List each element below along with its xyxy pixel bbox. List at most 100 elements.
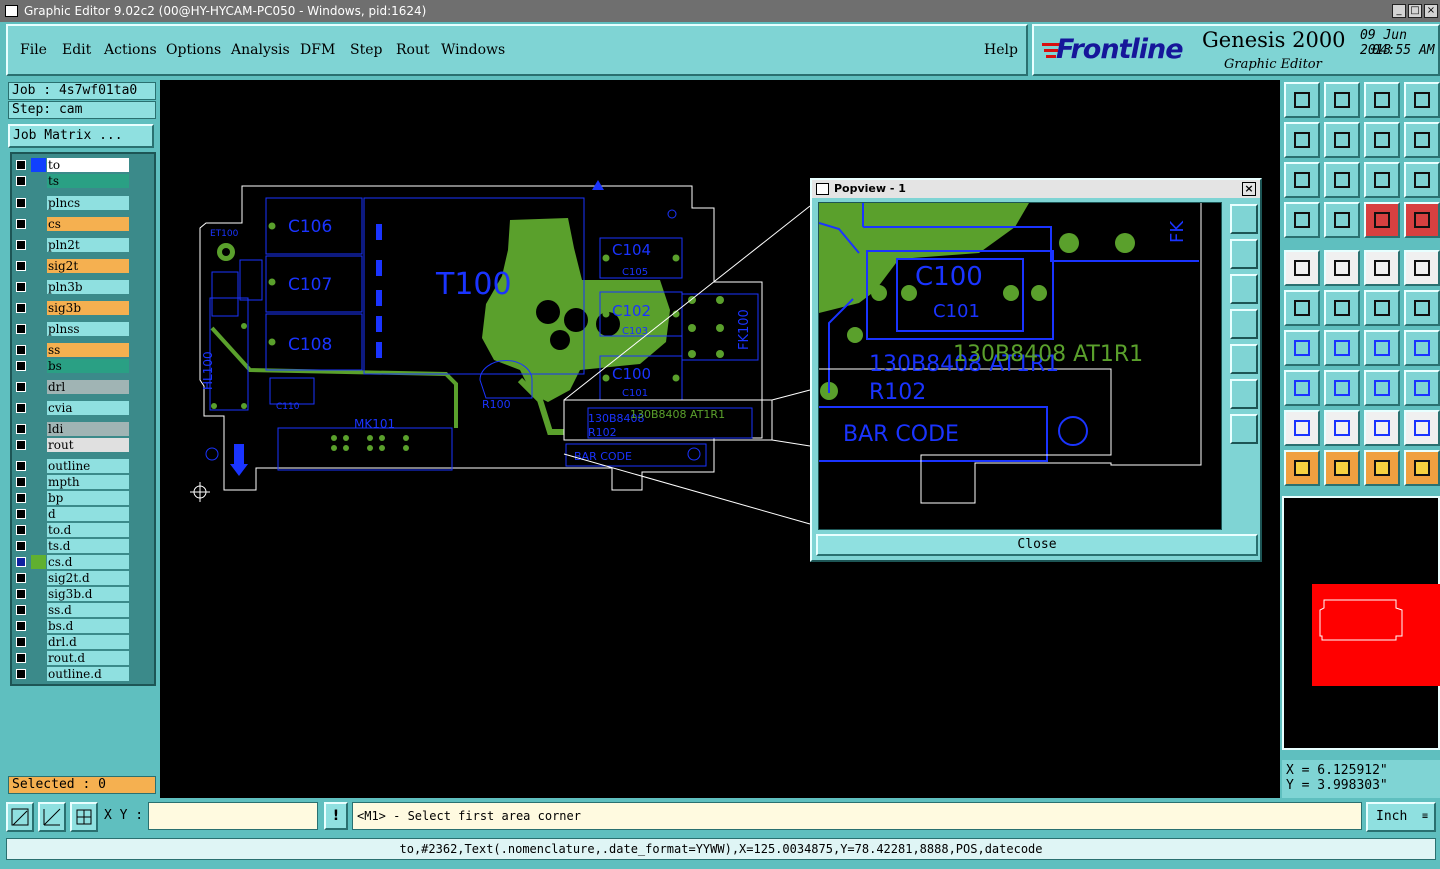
layer-row[interactable]: sig3b <box>14 301 130 315</box>
route-icon[interactable] <box>1404 122 1440 158</box>
layer-row[interactable]: drl.d <box>14 635 130 649</box>
layer-row[interactable]: ss.d <box>14 603 130 617</box>
graph-icon[interactable] <box>1404 450 1440 486</box>
resize-icon[interactable] <box>1364 370 1400 406</box>
layer-checkbox[interactable] <box>16 477 26 487</box>
layer-row[interactable]: pln3b <box>14 280 130 294</box>
snap-icon[interactable] <box>6 802 34 832</box>
vector-icon[interactable] <box>1364 290 1400 326</box>
home-icon[interactable] <box>1364 82 1400 118</box>
layer-checkbox[interactable] <box>16 424 26 434</box>
layer-row[interactable]: to <box>14 158 130 172</box>
measure-icon[interactable] <box>38 802 66 832</box>
layer-row[interactable]: drl <box>14 380 130 394</box>
popview-tool-zoom-out[interactable] <box>1230 414 1258 444</box>
layer-row[interactable]: ss <box>14 343 130 357</box>
ratio-icon[interactable] <box>1364 162 1400 198</box>
layer-row[interactable]: sig2t.d <box>14 571 130 585</box>
menu-help[interactable]: Help <box>984 42 1018 58</box>
layer-row[interactable]: mpth <box>14 475 130 489</box>
export-icon[interactable] <box>1324 122 1360 158</box>
maximize-button[interactable]: □ <box>1408 4 1422 18</box>
layer-checkbox[interactable] <box>16 282 26 292</box>
triangle2-icon[interactable] <box>1404 410 1440 446</box>
center-icon[interactable] <box>1324 162 1360 198</box>
popview-tool-zoom-fit[interactable] <box>1230 204 1258 234</box>
layer-row[interactable]: ts.d <box>14 539 130 553</box>
popview-tool-left[interactable] <box>1230 309 1258 339</box>
layer-checkbox[interactable] <box>16 382 26 392</box>
import-icon[interactable] <box>1284 122 1320 158</box>
layer-checkbox[interactable] <box>16 198 26 208</box>
upload-icon[interactable] <box>1284 82 1320 118</box>
layer-checkbox[interactable] <box>16 176 26 186</box>
popview-tool-up[interactable] <box>1230 239 1258 269</box>
fit-icon[interactable] <box>1284 162 1320 198</box>
triangle-icon[interactable] <box>1284 410 1320 446</box>
layer-checkbox[interactable] <box>16 669 26 679</box>
layer-row[interactable]: bs <box>14 359 130 373</box>
cluster-icon[interactable] <box>1404 370 1440 406</box>
swap-icon[interactable] <box>1364 122 1400 158</box>
network-icon[interactable] <box>1284 290 1320 326</box>
window-icon[interactable] <box>1404 82 1440 118</box>
unit-select[interactable]: Inch ≡ <box>1366 802 1436 832</box>
menu-step[interactable]: Step <box>350 42 382 58</box>
layer-checkbox[interactable] <box>16 637 26 647</box>
layer-checkbox[interactable] <box>16 345 26 355</box>
layer-checkbox[interactable] <box>16 240 26 250</box>
layer-checkbox[interactable] <box>16 261 26 271</box>
grid-icon[interactable] <box>70 802 98 832</box>
layer-checkbox[interactable] <box>16 303 26 313</box>
layer-checkbox[interactable] <box>16 605 26 615</box>
layer-row[interactable]: ts <box>14 174 130 188</box>
layer-checkbox[interactable] <box>16 361 26 371</box>
layer-row[interactable]: rout.d <box>14 651 130 665</box>
feature-red2-icon[interactable] <box>1404 202 1440 238</box>
popview-tool-right[interactable] <box>1230 344 1258 374</box>
layer-row[interactable]: plnss <box>14 322 130 336</box>
layer-checkbox[interactable] <box>16 509 26 519</box>
alert-icon[interactable]: ! <box>324 802 348 830</box>
menu-analysis[interactable]: Analysis <box>231 42 290 58</box>
layer-row[interactable]: sig2t <box>14 259 130 273</box>
layer-checkbox[interactable] <box>16 493 26 503</box>
popview-tool-down[interactable] <box>1230 274 1258 304</box>
layer-row[interactable]: outline.d <box>14 667 130 681</box>
rotate-icon[interactable] <box>1364 330 1400 366</box>
select-box-icon[interactable] <box>1284 370 1320 406</box>
menu-file[interactable]: File <box>20 42 47 58</box>
layer-row[interactable]: d <box>14 507 130 521</box>
popview-tool-zoom-in[interactable] <box>1230 379 1258 409</box>
arrow-up-icon[interactable] <box>1364 410 1400 446</box>
layer-row[interactable]: ldi <box>14 422 130 436</box>
layer-checkbox[interactable] <box>16 589 26 599</box>
minimize-button[interactable]: _ <box>1392 4 1406 18</box>
layer-row[interactable]: cvia <box>14 401 130 415</box>
layer-row[interactable]: plncs <box>14 196 130 210</box>
layer-checkbox[interactable] <box>16 403 26 413</box>
layer-row[interactable]: bp <box>14 491 130 505</box>
line-icon[interactable] <box>1284 330 1320 366</box>
layer-checkbox[interactable] <box>16 621 26 631</box>
ruler-icon[interactable] <box>1364 250 1400 286</box>
slash-icon[interactable] <box>1324 330 1360 366</box>
popview-close-icon[interactable]: × <box>1242 182 1256 196</box>
layer-checkbox[interactable] <box>16 573 26 583</box>
menu-edit[interactable]: Edit <box>62 42 91 58</box>
layer-checkbox[interactable] <box>16 541 26 551</box>
peak-icon[interactable] <box>1324 410 1360 446</box>
menu-windows[interactable]: Windows <box>441 42 505 58</box>
popview-canvas[interactable]: C100 C101 130B8408 AT1R1 R102 BAR CODE F… <box>818 202 1222 530</box>
mirror-icon[interactable] <box>1404 330 1440 366</box>
xy-input[interactable] <box>148 802 318 830</box>
layer-row[interactable]: cs <box>14 217 130 231</box>
layer-checkbox[interactable] <box>16 653 26 663</box>
drill-icon[interactable] <box>1404 250 1440 286</box>
grid-tool-icon[interactable] <box>1324 202 1360 238</box>
help-icon[interactable] <box>1404 162 1440 198</box>
layer-checkbox[interactable] <box>16 525 26 535</box>
close-window-button[interactable]: × <box>1424 4 1438 18</box>
feature-red-icon[interactable] <box>1364 202 1400 238</box>
layer-checkbox[interactable] <box>16 461 26 471</box>
